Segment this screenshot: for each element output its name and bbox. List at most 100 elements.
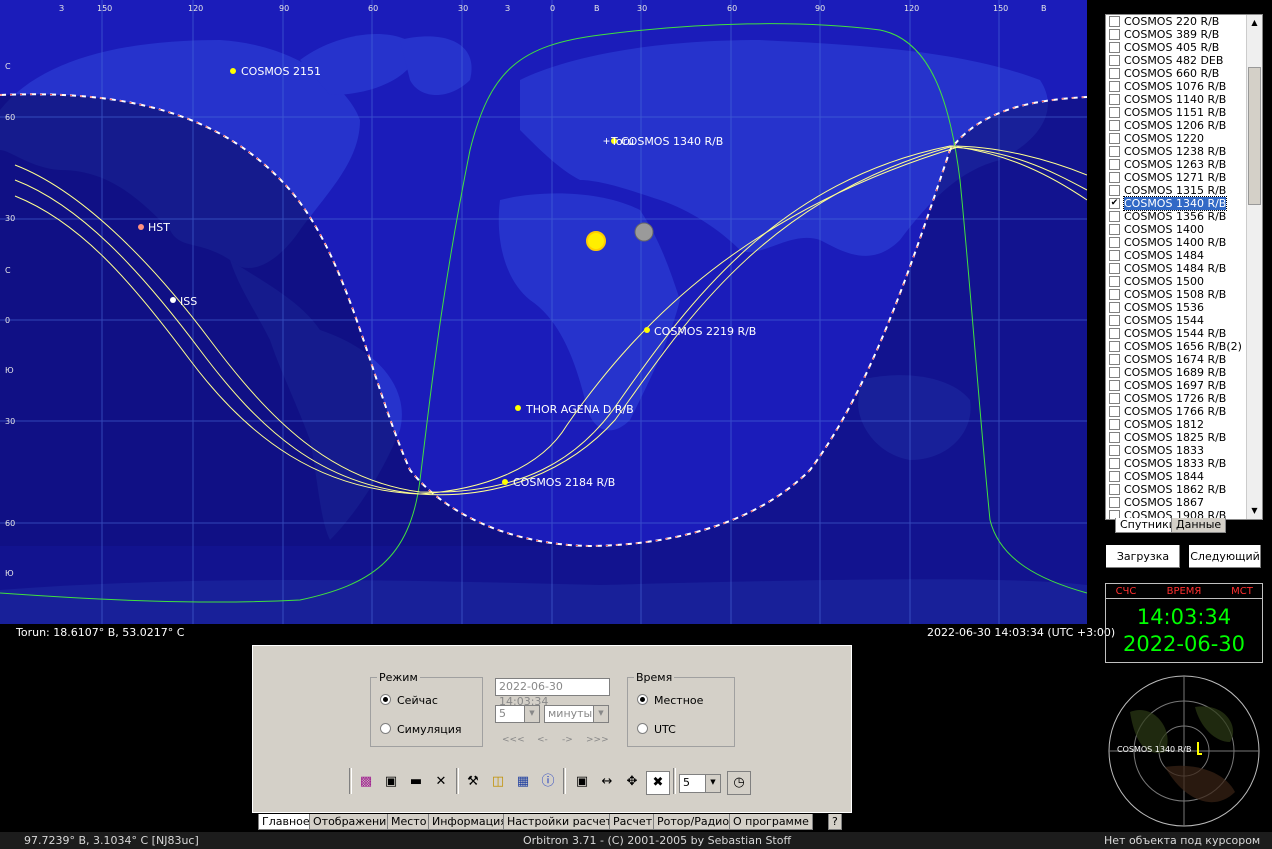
open-folder-icon[interactable]: ◫	[487, 771, 509, 793]
list-item[interactable]: COSMOS 1867	[1106, 496, 1262, 509]
checkbox[interactable]	[1109, 172, 1120, 183]
checkbox[interactable]	[1109, 146, 1120, 157]
tab-rotor-radio[interactable]: Ротор/Радио	[653, 814, 734, 830]
checkbox[interactable]	[1109, 120, 1120, 131]
checkbox[interactable]	[1109, 237, 1120, 248]
checkbox[interactable]	[1109, 107, 1120, 118]
next-button[interactable]: Следующий	[1188, 544, 1262, 569]
book-icon[interactable]: ▩	[355, 771, 377, 793]
tab-info[interactable]: Информация	[428, 814, 511, 830]
list-item[interactable]: COSMOS 1140 R/B	[1106, 93, 1262, 106]
list-item[interactable]: COSMOS 1356 R/B	[1106, 210, 1262, 223]
scroll-down-icon[interactable]: ▼	[1248, 504, 1261, 517]
fullscreen-icon[interactable]: ✖	[646, 771, 670, 795]
tab-help[interactable]: ?	[828, 814, 842, 830]
checkbox[interactable]	[1109, 185, 1120, 196]
mode-sim-radio[interactable]: Симуляция	[380, 723, 462, 736]
checkbox[interactable]	[1109, 393, 1120, 404]
list-item[interactable]: ✔ COSMOS 1340 R/B	[1106, 196, 1262, 211]
list-item[interactable]: COSMOS 220 R/B	[1106, 15, 1262, 28]
list-item[interactable]: COSMOS 1220	[1106, 132, 1262, 145]
checkbox[interactable]	[1109, 471, 1120, 482]
radar-view[interactable]: COSMOS 1340 R/B	[1105, 672, 1263, 830]
step-dropdown[interactable]: 5 ▼	[495, 705, 540, 723]
list-item[interactable]: COSMOS 1076 R/B	[1106, 80, 1262, 93]
list-item[interactable]: COSMOS 405 R/B	[1106, 41, 1262, 54]
checkbox[interactable]: ✔	[1109, 198, 1120, 209]
list-item[interactable]: COSMOS 1726 R/B	[1106, 392, 1262, 405]
checkbox[interactable]	[1109, 133, 1120, 144]
checkbox[interactable]	[1109, 419, 1120, 430]
list-item[interactable]: COSMOS 1833	[1106, 444, 1262, 457]
list-item[interactable]: COSMOS 1825 R/B	[1106, 431, 1262, 444]
list-item[interactable]: COSMOS 1766 R/B	[1106, 405, 1262, 418]
nav-forward-fast[interactable]: >>>	[586, 735, 609, 745]
checkbox[interactable]	[1109, 432, 1120, 443]
scroll-up-icon[interactable]: ▲	[1248, 16, 1261, 29]
window-small-icon[interactable]: ▣	[571, 771, 593, 793]
datetime-field[interactable]: 2022-06-30 14:03:34	[495, 678, 610, 708]
checkbox[interactable]	[1109, 94, 1120, 105]
sat-label-cosmos-1340[interactable]: COSMOS 1340 R/B	[621, 135, 723, 148]
list-item[interactable]: COSMOS 1500	[1106, 275, 1262, 288]
checkbox[interactable]	[1109, 289, 1120, 300]
unit-dropdown[interactable]: минуты ▼	[544, 705, 609, 723]
mode-now-radio[interactable]: Сейчас	[380, 694, 438, 707]
checkbox[interactable]	[1109, 224, 1120, 235]
checkbox[interactable]	[1109, 484, 1120, 495]
list-item[interactable]: COSMOS 1484 R/B	[1106, 262, 1262, 275]
list-item[interactable]: COSMOS 1238 R/B	[1106, 145, 1262, 158]
checkbox[interactable]	[1109, 211, 1120, 222]
tab-calc[interactable]: Расчет	[609, 814, 657, 830]
speed-dropdown[interactable]: 5 ▼	[679, 774, 721, 793]
list-item[interactable]: COSMOS 1862 R/B	[1106, 483, 1262, 496]
list-item[interactable]: COSMOS 1812	[1106, 418, 1262, 431]
list-item[interactable]: COSMOS 482 DEB	[1106, 54, 1262, 67]
load-tle-button[interactable]: Загрузка TLE	[1105, 544, 1181, 586]
sat-label-cosmos-2219[interactable]: COSMOS 2219 R/B	[654, 325, 756, 338]
close-icon[interactable]: ✕	[430, 771, 452, 793]
satellite-list[interactable]: COSMOS 220 R/B COSMOS 389 R/B COSMOS 405 R…	[1105, 14, 1263, 520]
nav-rewind-fast[interactable]: <<<	[502, 735, 525, 745]
list-item[interactable]: COSMOS 1689 R/B	[1106, 366, 1262, 379]
sat-label-cosmos-2151[interactable]: COSMOS 2151	[241, 65, 321, 78]
checkbox[interactable]	[1109, 380, 1120, 391]
list-item[interactable]: COSMOS 1656 R/B(2)	[1106, 340, 1262, 353]
sat-label-cosmos-2184[interactable]: COSMOS 2184 R/B	[513, 476, 615, 489]
list-item[interactable]: COSMOS 1674 R/B	[1106, 353, 1262, 366]
checkbox[interactable]	[1109, 276, 1120, 287]
checkbox[interactable]	[1109, 68, 1120, 79]
tab-location[interactable]: Место	[387, 814, 431, 830]
info-icon[interactable]: ⓘ	[537, 771, 559, 793]
checkbox[interactable]	[1109, 354, 1120, 365]
time-local-radio[interactable]: Местное	[637, 694, 703, 707]
checkbox[interactable]	[1109, 29, 1120, 40]
checkbox[interactable]	[1109, 458, 1120, 469]
checkbox[interactable]	[1109, 315, 1120, 326]
list-item[interactable]: COSMOS 1508 R/B	[1106, 288, 1262, 301]
checkbox[interactable]	[1109, 55, 1120, 66]
checkbox[interactable]	[1109, 159, 1120, 170]
list-item[interactable]: COSMOS 1484	[1106, 249, 1262, 262]
checkbox[interactable]	[1109, 263, 1120, 274]
window-full-icon[interactable]: ✥	[621, 771, 643, 793]
list-item[interactable]: COSMOS 660 R/B	[1106, 67, 1262, 80]
list-item[interactable]: COSMOS 1151 R/B	[1106, 106, 1262, 119]
list-item[interactable]: COSMOS 1544	[1106, 314, 1262, 327]
camera-icon[interactable]: ▣	[380, 771, 402, 793]
checkbox[interactable]	[1109, 406, 1120, 417]
window-wide-icon[interactable]: ↔	[596, 771, 618, 793]
save-icon[interactable]: ▦	[512, 771, 534, 793]
checkbox[interactable]	[1109, 81, 1120, 92]
nav-forward[interactable]: ->	[562, 735, 573, 745]
scroll-thumb[interactable]	[1248, 67, 1261, 205]
list-item[interactable]: COSMOS 1697 R/B	[1106, 379, 1262, 392]
tab-main[interactable]: Главное	[258, 814, 314, 830]
sat-label-thor-agena[interactable]: THOR AGENA D R/B	[526, 403, 634, 416]
list-item[interactable]: COSMOS 1544 R/B	[1106, 327, 1262, 340]
checkbox[interactable]	[1109, 302, 1120, 313]
tab-about[interactable]: О программе	[729, 814, 813, 830]
list-item[interactable]: COSMOS 1400 R/B	[1106, 236, 1262, 249]
list-item[interactable]: COSMOS 1271 R/B	[1106, 171, 1262, 184]
checkbox[interactable]	[1109, 341, 1120, 352]
